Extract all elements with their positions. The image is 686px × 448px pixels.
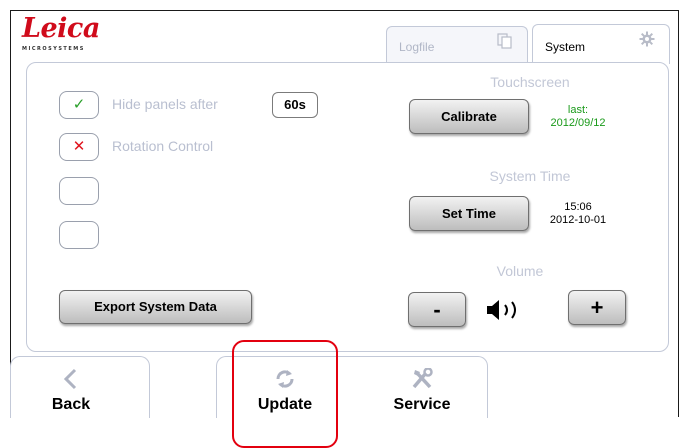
rotation-control-checkbox[interactable]: ✕ [59,133,99,161]
back-button[interactable]: Back [10,356,132,418]
export-system-data-button[interactable]: Export System Data [59,290,252,324]
system-time-section-label: System Time [489,168,571,184]
hide-panels-value[interactable]: 60s [272,92,318,118]
chevron-left-icon [10,368,132,395]
system-time-info: 15:06 2012-10-01 [538,201,618,227]
volume-down-button[interactable]: - [408,292,466,327]
last-calibration-label: last: [567,104,589,116]
leica-logo: Leica [22,13,100,44]
hide-panels-label: Hide panels after [112,96,218,112]
back-label: Back [51,396,91,413]
last-calibration-date: 2012/09/12 [550,117,606,129]
update-highlight-annotation [232,340,338,448]
service-label: Service [393,396,451,413]
hide-panels-checkbox[interactable]: ✓ [59,91,99,119]
system-date-value: 2012-10-01 [549,214,607,226]
service-button[interactable]: Service [370,356,474,418]
empty-checkbox-2[interactable] [59,221,99,249]
speaker-icon [485,299,529,326]
calibrate-button[interactable]: Calibrate [409,99,529,134]
volume-up-button[interactable]: + [568,290,626,325]
tab-system[interactable]: System [532,24,670,64]
tools-icon [370,367,474,395]
rotation-control-label: Rotation Control [112,138,214,154]
calibration-info: last: 2012/09/12 [538,104,618,130]
gear-icon [639,31,655,50]
tab-logfile[interactable]: Logfile [386,26,528,64]
touchscreen-section-label: Touchscreen [490,74,570,90]
set-time-button[interactable]: Set Time [409,196,529,231]
system-time-value: 15:06 [564,201,592,213]
tab-logfile-label: Logfile [399,40,435,54]
empty-checkbox-1[interactable] [59,177,99,205]
copy-icon [497,33,513,52]
logo-subtitle: MICROSYSTEMS [22,46,85,52]
volume-section-label: Volume [496,263,544,279]
tab-system-label: System [545,40,586,54]
